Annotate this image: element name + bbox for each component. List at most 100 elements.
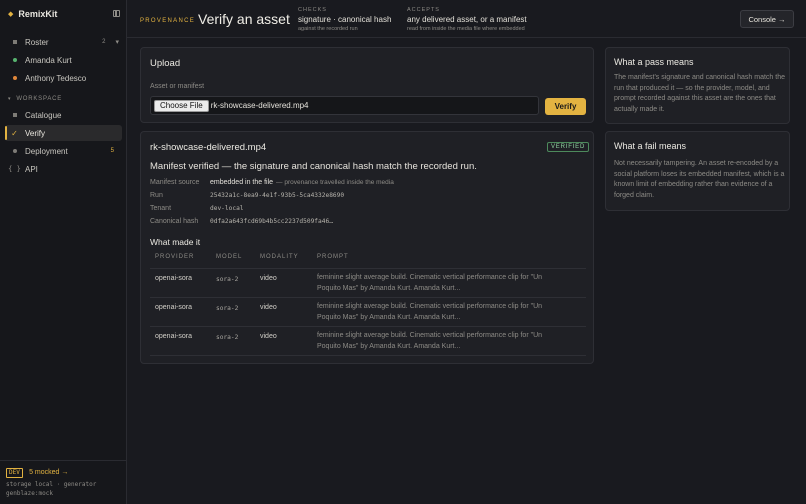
checks-block: CHECKS signature · canonical hash agains… [298,7,391,32]
storage-info: storage local · generator [6,481,97,488]
table-row: openai-sora sora-2 video feminine slight… [150,327,586,356]
fail-title: What a fail means [614,141,687,151]
provider-cell: openai-sora [155,304,192,311]
workspace-section-label: WORKSPACE [16,96,63,102]
modality-cell: video [260,333,277,340]
verification-headline: Manifest verified — the signature and ca… [150,161,477,172]
check-icon: ✓ [11,128,18,138]
accepts-key: ACCEPTS [407,7,440,13]
sidebar-item-label: Deployment [25,146,68,156]
sidebar-item-api[interactable]: { } API [5,161,122,177]
model-cell: sora-2 [216,276,239,283]
checks-value: signature · canonical hash [298,15,392,24]
sidebar-item-deployment[interactable]: Deployment 5 [5,143,122,159]
brand[interactable]: ◆ RemixKit [8,9,57,19]
prompt-cell: feminine slight average build. Cinematic… [317,303,543,321]
console-button[interactable]: Console → [740,10,794,28]
field-value: embedded in the file [210,179,274,186]
deployment-count-badge: 5 [110,148,114,154]
checks-sub: against the recorded run [298,26,358,32]
genblaze-info: genblaze:mock [6,490,53,497]
chevron-down-icon: ▾ [8,96,12,102]
provider-cell: openai-sora [155,275,192,282]
sidebar-item-amanda-kurt[interactable]: Amanda Kurt [5,52,122,68]
field-key: Run [150,192,163,199]
workspace-section-toggle[interactable]: ▾ WORKSPACE [8,96,62,102]
verify-button[interactable]: Verify [545,98,586,115]
catalogue-icon [8,113,21,117]
choose-file-button[interactable]: Choose File [154,99,209,112]
status-badge: VERIFIED [547,142,590,152]
field-key: Tenant [150,205,172,212]
manifest-source-row: Manifest source embedded in the file — p… [150,179,394,186]
roster-icon [8,40,21,44]
provider-cell: openai-sora [155,333,192,340]
column-header: PROMPT [317,254,349,260]
sidebar-item-label: Anthony Tedesco [25,73,87,83]
prompt-cell: feminine slight average build. Cinematic… [317,274,543,292]
field-value: dev-local [210,205,244,212]
sidebar-item-label: Amanda Kurt [25,55,72,65]
model-cell: sora-2 [216,334,239,341]
modality-cell: video [260,304,277,311]
field-note: — provenance travelled inside the media [276,179,394,186]
accepts-sub: read from inside the media file where em… [407,26,525,32]
accepts-value: any delivered asset, or a manifest [407,15,527,24]
sidebar-item-label: Verify [25,128,46,138]
fail-info-panel: What a fail means Not necessarily tamper… [605,131,790,211]
column-header: MODEL [216,254,243,260]
pass-info-panel: What a pass means The manifest's signatu… [605,47,790,124]
page-header: PROVENANCE Verify an asset CHECKS signat… [127,0,806,38]
upload-panel: Upload Asset or manifest Choose File rk-… [140,47,594,123]
canonical-hash-row: Canonical hash 0dfa2a643fcd69b4b5cc2237d… [150,218,333,225]
result-file-name: rk-showcase-delivered.mp4 [150,142,267,153]
roster-count-badge: 2 [102,39,106,45]
chevron-down-icon[interactable]: ▾ [115,38,119,46]
model-cell: sora-2 [216,305,239,312]
table-header: PROVIDER MODEL MODALITY PROMPT [150,254,586,269]
status-dot-icon [8,76,21,80]
column-header: MODALITY [260,254,299,260]
run-row: Run 25432a1c-8ea9-4e1f-93b5-5ca4332e8690 [150,192,344,199]
field-key: Manifest source [150,179,200,186]
field-key: Canonical hash [150,218,199,225]
sidebar-item-label: API [25,164,38,174]
sidebar: ◆ RemixKit Roster 2 ▾ Amanda Kurt Anthon… [0,0,127,504]
checks-key: CHECKS [298,7,327,13]
field-value: 25432a1c-8ea9-4e1f-93b5-5ca4332e8690 [210,192,345,199]
made-it-title: What made it [150,237,201,247]
env-badge: DEV [6,468,23,478]
column-header: PROVIDER [155,254,195,260]
result-panel: rk-showcase-delivered.mp4 VERIFIED Manif… [140,131,594,364]
app-name: RemixKit [18,9,58,19]
prompt-cell: feminine slight average build. Cinematic… [317,332,543,350]
page-eyebrow: PROVENANCE [140,18,196,24]
sidebar-item-anthony-tedesco[interactable]: Anthony Tedesco [5,70,122,86]
deployment-icon [8,149,21,153]
braces-icon: { } [8,165,21,173]
sidebar-item-label: Roster [25,37,49,47]
modality-cell: video [260,275,277,282]
page-title: Verify an asset [198,11,290,27]
pass-title: What a pass means [614,57,694,67]
table-row: openai-sora sora-2 video feminine slight… [150,269,586,298]
mocked-link[interactable]: 5 mocked → [29,469,68,476]
sidebar-item-label: Catalogue [25,110,62,120]
sidebar-collapse-icon[interactable] [113,10,120,17]
file-input[interactable]: Choose File rk-showcase-delivered.mp4 [150,96,539,115]
upload-title: Upload [150,58,181,69]
sidebar-item-catalogue[interactable]: Catalogue [5,107,122,123]
pass-text: The manifest's signature and canonical h… [614,74,785,114]
table-row: openai-sora sora-2 video feminine slight… [150,298,586,327]
sidebar-item-roster[interactable]: Roster 2 ▾ [5,34,122,50]
status-dot-icon [8,58,21,62]
sidebar-footer: DEV 5 mocked → storage local · generator… [0,460,127,504]
asset-field-label: Asset or manifest [150,83,205,90]
brand-diamond-icon: ◆ [8,11,14,18]
selected-file-name: rk-showcase-delivered.mp4 [210,101,309,110]
accepts-block: ACCEPTS any delivered asset, or a manife… [407,7,527,32]
field-value: 0dfa2a643fcd69b4b5cc2237d509fa46… [210,218,333,225]
sidebar-item-verify[interactable]: ✓ Verify [5,125,122,141]
fail-text: Not necessarily tampering. An asset re-e… [614,160,785,200]
tenant-row: Tenant dev-local [150,205,244,212]
